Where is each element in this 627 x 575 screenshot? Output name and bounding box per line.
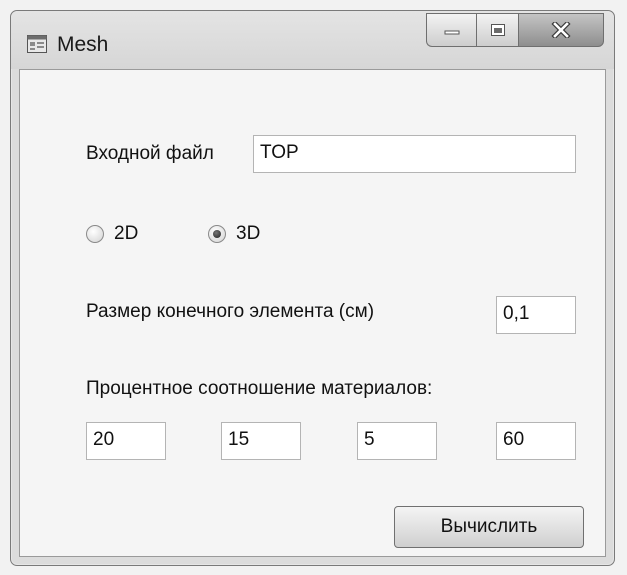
- material-2-field[interactable]: 15: [221, 422, 301, 460]
- input-file-label: Входной файл: [86, 143, 214, 164]
- material-4-field[interactable]: 60: [496, 422, 576, 460]
- window-title: Mesh: [57, 33, 109, 56]
- radio-2d-label: 2D: [114, 223, 139, 244]
- form-client-area: Входной файл TOP 2D 3D Размер конечного …: [19, 69, 606, 557]
- calculate-button[interactable]: Вычислить: [394, 506, 584, 548]
- radio-3d-label: 3D: [236, 223, 261, 244]
- minimize-icon: [444, 30, 459, 35]
- close-icon: [551, 22, 571, 38]
- material-1-field[interactable]: 20: [86, 422, 166, 460]
- minimize-button[interactable]: [426, 13, 476, 47]
- element-size-field[interactable]: 0,1: [496, 296, 576, 334]
- close-button[interactable]: [518, 13, 604, 47]
- caption-buttons: [426, 13, 604, 49]
- form-window-icon: [27, 35, 47, 53]
- input-file-field[interactable]: TOP: [253, 135, 576, 173]
- radio-2d[interactable]: 2D: [86, 223, 138, 245]
- title-bar[interactable]: Mesh: [11, 11, 614, 69]
- element-size-label: Размер конечного элемента (см): [86, 301, 375, 322]
- materials-label: Процентное соотношение материалов:: [86, 378, 433, 399]
- maximize-icon: [490, 24, 505, 36]
- radio-3d[interactable]: 3D: [208, 223, 260, 245]
- radio-3d-circle[interactable]: [208, 225, 226, 243]
- maximize-button[interactable]: [476, 13, 518, 47]
- radio-selected-dot: [213, 230, 221, 238]
- material-3-field[interactable]: 5: [357, 422, 437, 460]
- mesh-window: Mesh Входной файл TOP 2D 3D Размер конеч…: [10, 10, 615, 566]
- radio-2d-circle[interactable]: [86, 225, 104, 243]
